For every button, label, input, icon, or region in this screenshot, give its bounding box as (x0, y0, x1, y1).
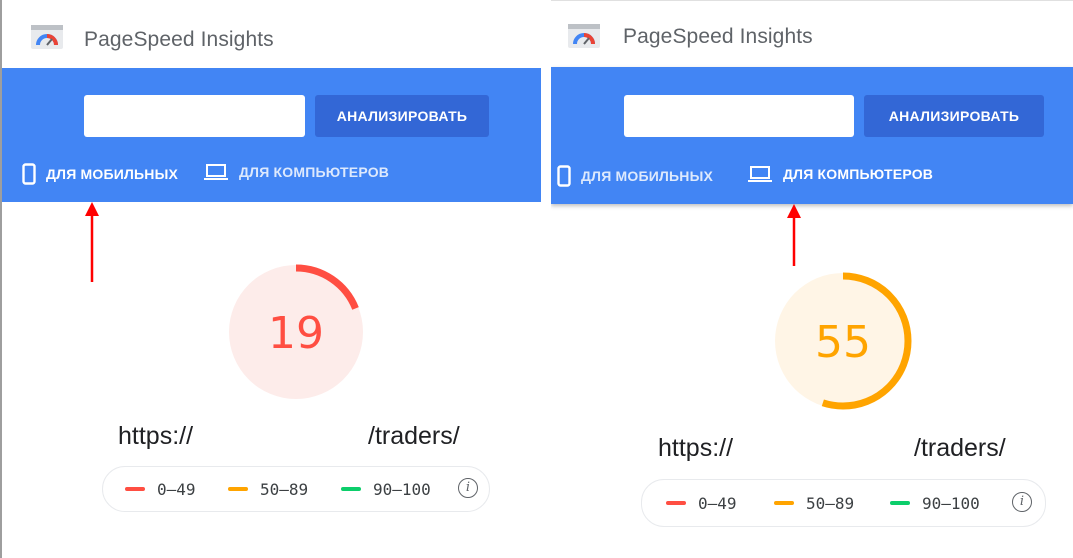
legend-pass-swatch (341, 487, 361, 491)
legend-average-label: 50–89 (260, 479, 309, 499)
legend-pass-swatch (890, 501, 910, 505)
analyze-button[interactable]: АНАЛИЗИРОВАТЬ (864, 95, 1044, 137)
laptop-icon (204, 164, 228, 180)
red-arrow-annotation (85, 202, 99, 282)
analyzed-url: https:// /traders/ (551, 434, 1073, 466)
performance-score: 19 (268, 308, 324, 359)
legend-fail: 0–49 (125, 467, 196, 511)
url-input[interactable] (624, 95, 854, 137)
tab-mobile-label: ДЛЯ МОБИЛЬНЫХ (581, 168, 714, 184)
score-legend: 0–49 50–89 90–100 i (102, 466, 490, 512)
legend-pass: 90–100 (890, 480, 980, 526)
legend-fail-swatch (666, 501, 686, 505)
search-bar: АНАЛИЗИРОВАТЬ ДЛЯ МОБИЛЬНЫХ ДЛЯ КОМПЬЮТЕ… (551, 67, 1073, 204)
app-header: PageSpeed Insights (551, 1, 1073, 69)
legend-fail: 0–49 (666, 480, 737, 526)
pagespeed-logo-icon (31, 25, 63, 49)
legend-average-label: 50–89 (806, 493, 855, 513)
tab-desktop-label: ДЛЯ КОМПЬЮТЕРОВ (239, 164, 390, 180)
smartphone-icon (22, 163, 36, 185)
legend-average: 50–89 (774, 480, 854, 526)
url-prefix: https:// (658, 434, 734, 462)
app-title: PageSpeed Insights (84, 28, 274, 51)
info-icon[interactable]: i (1012, 492, 1032, 512)
smartphone-icon (557, 165, 571, 187)
score-gauge: 19 (228, 264, 364, 400)
legend-pass-label: 90–100 (373, 479, 431, 499)
tab-mobile[interactable]: ДЛЯ МОБИЛЬНЫХ (557, 165, 713, 187)
report-panel-mobile: PageSpeed Insights АНАЛИЗИРОВАТЬ ДЛЯ МОБ… (0, 0, 541, 558)
legend-pass-label: 90–100 (922, 493, 980, 513)
legend-fail-label: 0–49 (698, 493, 737, 513)
legend-average: 50–89 (228, 467, 308, 511)
tab-desktop[interactable]: ДЛЯ КОМПЬЮТЕРОВ (747, 165, 933, 183)
app-header: PageSpeed Insights (2, 0, 541, 68)
score-gauge: 55 (774, 272, 912, 410)
info-icon[interactable]: i (458, 478, 478, 498)
tab-mobile-label: ДЛЯ МОБИЛЬНЫХ (46, 166, 179, 182)
score-legend: 0–49 50–89 90–100 i (641, 479, 1046, 527)
pagespeed-logo-icon (568, 24, 600, 48)
url-suffix: /traders/ (914, 434, 1006, 462)
laptop-icon (748, 166, 772, 182)
analyzed-url: https:// /traders/ (2, 422, 541, 454)
legend-fail-label: 0–49 (157, 479, 196, 499)
tab-desktop-label: ДЛЯ КОМПЬЮТЕРОВ (783, 166, 934, 182)
red-arrow-annotation (787, 204, 801, 266)
performance-score: 55 (815, 317, 871, 368)
app-title: PageSpeed Insights (623, 25, 813, 48)
legend-average-swatch (228, 487, 248, 491)
analyze-button[interactable]: АНАЛИЗИРОВАТЬ (315, 95, 489, 137)
tab-desktop[interactable]: ДЛЯ КОМПЬЮТЕРОВ (203, 163, 389, 181)
legend-average-swatch (774, 501, 794, 505)
tab-mobile[interactable]: ДЛЯ МОБИЛЬНЫХ (22, 163, 178, 185)
search-bar: АНАЛИЗИРОВАТЬ ДЛЯ МОБИЛЬНЫХ ДЛЯ КОМПЬЮТЕ… (2, 68, 541, 202)
url-input[interactable] (84, 95, 305, 137)
report-panel-desktop: PageSpeed Insights АНАЛИЗИРОВАТЬ ДЛЯ МОБ… (551, 0, 1073, 558)
legend-pass: 90–100 (341, 467, 431, 511)
url-suffix: /traders/ (368, 422, 460, 450)
legend-fail-swatch (125, 487, 145, 491)
url-prefix: https:// (118, 422, 194, 450)
